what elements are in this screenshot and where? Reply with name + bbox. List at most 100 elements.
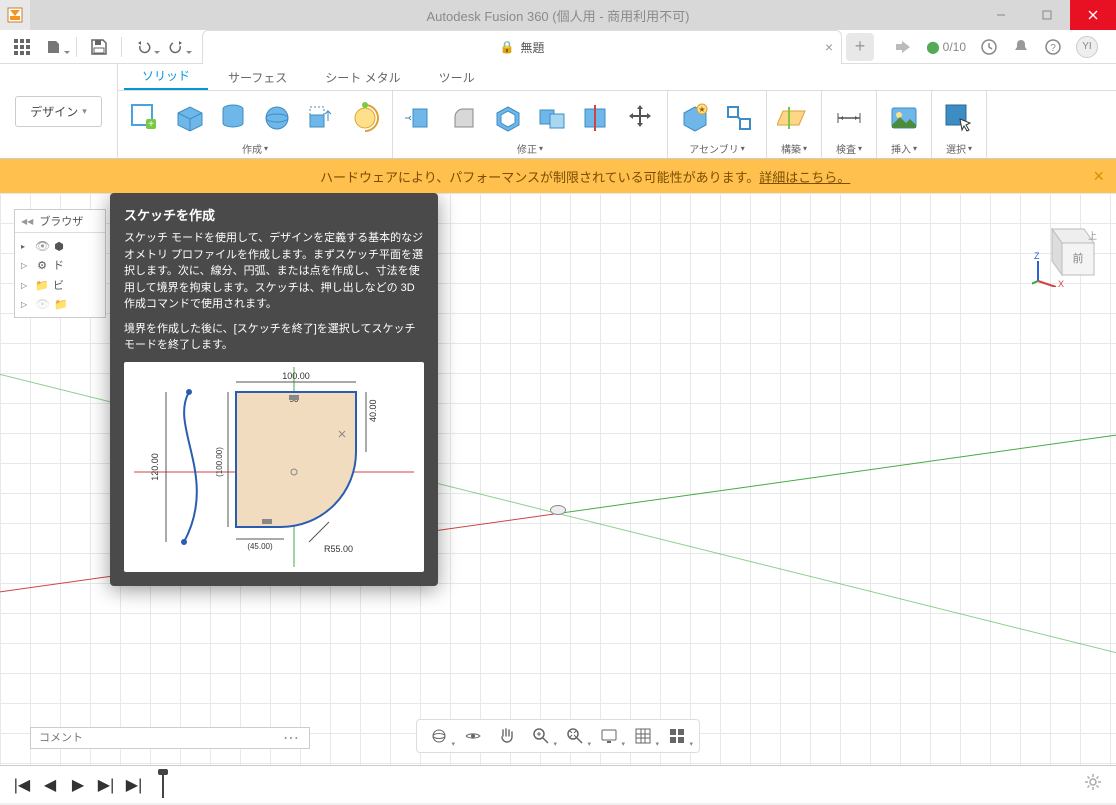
- warning-text: ハードウェアにより、パフォーマンスが制限されている可能性があります。: [320, 167, 759, 186]
- viewport-icon[interactable]: [665, 724, 689, 748]
- revolve-icon[interactable]: [346, 99, 384, 137]
- fillet-icon[interactable]: [445, 99, 483, 137]
- tree-row[interactable]: ▷⚙ド: [17, 255, 103, 275]
- tab-tools[interactable]: ツール: [421, 65, 493, 90]
- timeline-start-icon[interactable]: |◀: [12, 775, 32, 795]
- job-status[interactable]: ⬤0/10: [926, 40, 966, 54]
- tab-solid[interactable]: ソリッド: [124, 63, 208, 90]
- navigation-toolbar: [416, 719, 700, 753]
- timeline-marker[interactable]: [162, 772, 164, 798]
- tree-row[interactable]: ▷📁ビ: [17, 275, 103, 295]
- file-menu-icon[interactable]: [40, 33, 68, 61]
- undo-icon[interactable]: [130, 33, 158, 61]
- select-icon[interactable]: [940, 99, 978, 137]
- origin-marker: [550, 505, 566, 515]
- close-button[interactable]: [1070, 0, 1116, 30]
- view-cube[interactable]: 前 上 Z X: [1032, 217, 1092, 277]
- clock-icon[interactable]: [980, 38, 998, 56]
- svg-text:R55.00: R55.00: [324, 544, 353, 554]
- svg-text:Z: Z: [1034, 251, 1040, 261]
- warning-link[interactable]: 詳細はこちら。: [759, 167, 850, 186]
- tree-row[interactable]: ▷👁📁: [17, 295, 103, 313]
- timeline-prev-icon[interactable]: ◀: [40, 775, 60, 795]
- extrude-icon[interactable]: [302, 99, 340, 137]
- tooltip-body-1: スケッチ モードを使用して、デザインを定義する基本的なジオメトリ プロファイルを…: [124, 230, 424, 313]
- svg-text:?: ?: [1050, 43, 1056, 54]
- browser-header[interactable]: ブラウザ: [15, 210, 105, 233]
- timeline-track[interactable]: [162, 784, 1104, 786]
- split-icon[interactable]: [577, 99, 615, 137]
- comment-menu-icon[interactable]: ⋯: [283, 728, 301, 748]
- minimize-button[interactable]: [978, 0, 1024, 30]
- comment-input[interactable]: [39, 732, 283, 744]
- group-label-select[interactable]: 選択: [946, 141, 972, 156]
- cylinder-icon[interactable]: [214, 99, 252, 137]
- combine-icon[interactable]: [533, 99, 571, 137]
- plane-icon[interactable]: [775, 99, 813, 137]
- user-avatar[interactable]: YI: [1076, 36, 1098, 58]
- group-assembly: ★ アセンブリ: [668, 91, 767, 158]
- quick-access-bar: 🔒 無題 × + ⬤0/10 ? YI: [0, 30, 1116, 64]
- title-bar: Autodesk Fusion 360 (個人用 - 商用利用不可): [0, 0, 1116, 30]
- workspace-button[interactable]: デザイン: [15, 96, 102, 127]
- svg-text:前: 前: [1073, 251, 1084, 265]
- look-at-icon[interactable]: [461, 724, 485, 748]
- tooltip-preview: 100.00 120.00 (100.00) 40.00 (45.00) R55…: [124, 362, 424, 572]
- svg-text:X: X: [1058, 279, 1064, 287]
- close-tab-icon[interactable]: ×: [825, 39, 833, 55]
- pan-icon[interactable]: [495, 724, 519, 748]
- shell-icon[interactable]: [489, 99, 527, 137]
- redo-icon[interactable]: [162, 33, 190, 61]
- joint-icon[interactable]: [720, 99, 758, 137]
- group-label-insert[interactable]: 挿入: [891, 141, 917, 156]
- group-label-inspect[interactable]: 検査: [836, 141, 862, 156]
- notifications-icon[interactable]: [1012, 38, 1030, 56]
- tab-sheetmetal[interactable]: シート メタル: [307, 65, 418, 90]
- svg-text:120.00: 120.00: [150, 453, 160, 481]
- help-icon[interactable]: ?: [1044, 38, 1062, 56]
- new-tab-button[interactable]: +: [846, 33, 874, 61]
- insert-icon[interactable]: [885, 99, 923, 137]
- timeline-end-icon[interactable]: ▶|: [124, 775, 144, 795]
- move-icon[interactable]: [621, 99, 659, 137]
- group-label-create[interactable]: 作成: [242, 141, 268, 156]
- ribbon: デザイン ソリッド サーフェス シート メタル ツール + 作成: [0, 64, 1116, 159]
- zoom-icon[interactable]: [529, 724, 553, 748]
- group-label-construct[interactable]: 構築: [781, 141, 807, 156]
- timeline-next-icon[interactable]: ▶|: [96, 775, 116, 795]
- orbit-icon[interactable]: [427, 724, 451, 748]
- measure-icon[interactable]: [830, 99, 868, 137]
- data-panel-icon[interactable]: [8, 33, 36, 61]
- svg-text:(45.00): (45.00): [247, 542, 273, 551]
- window-title: Autodesk Fusion 360 (個人用 - 商用利用不可): [427, 6, 690, 25]
- group-label-assembly[interactable]: アセンブリ: [689, 141, 745, 156]
- group-select: 選択: [932, 91, 987, 158]
- timeline-play-icon[interactable]: ▶: [68, 775, 88, 795]
- group-create: + 作成: [118, 91, 393, 158]
- lock-icon: 🔒: [500, 40, 515, 54]
- save-icon[interactable]: [85, 33, 113, 61]
- extensions-icon[interactable]: [894, 38, 912, 56]
- timeline-settings-icon[interactable]: [1084, 773, 1102, 796]
- group-modify: 修正: [393, 91, 668, 158]
- group-insert: 挿入: [877, 91, 932, 158]
- tree-root[interactable]: ▸👁⬢: [17, 237, 103, 255]
- press-pull-icon[interactable]: [401, 99, 439, 137]
- grid-settings-icon[interactable]: [631, 724, 655, 748]
- svg-text:★: ★: [698, 105, 705, 114]
- tab-surface[interactable]: サーフェス: [210, 65, 305, 90]
- workspace-switcher: デザイン: [0, 64, 118, 158]
- canvas-area[interactable]: ブラウザ ▸👁⬢ ▷⚙ド ▷📁ビ ▷👁📁 スケッチを作成 スケッチ モードを使用…: [0, 193, 1116, 765]
- maximize-button[interactable]: [1024, 0, 1070, 30]
- sphere-icon[interactable]: [258, 99, 296, 137]
- warning-close-icon[interactable]: ×: [1093, 166, 1104, 187]
- comment-bar: ⋯: [30, 727, 310, 749]
- group-label-modify[interactable]: 修正: [517, 141, 543, 156]
- fit-icon[interactable]: [563, 724, 587, 748]
- box-icon[interactable]: [170, 99, 208, 137]
- create-sketch-icon[interactable]: +: [126, 99, 164, 137]
- document-tab[interactable]: 🔒 無題 ×: [202, 30, 842, 64]
- svg-text:100.00: 100.00: [282, 371, 310, 381]
- new-component-icon[interactable]: ★: [676, 99, 714, 137]
- display-settings-icon[interactable]: [597, 724, 621, 748]
